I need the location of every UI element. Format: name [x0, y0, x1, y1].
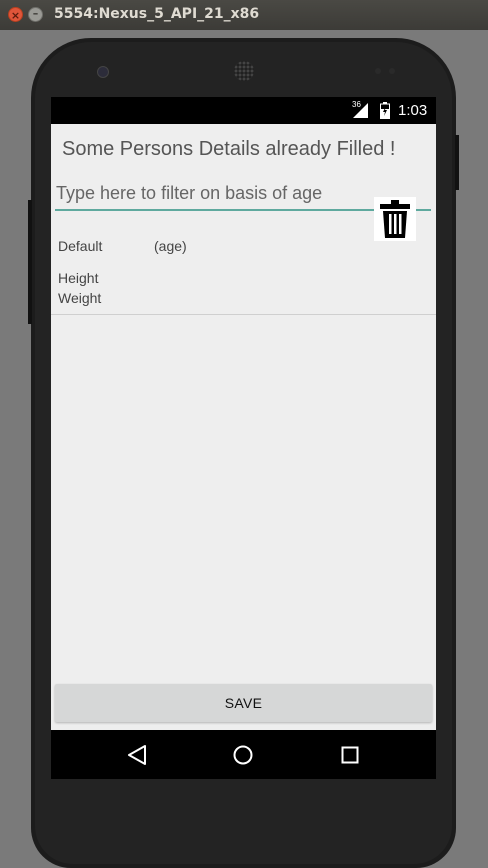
proximity-sensor — [375, 68, 381, 74]
window-close-button[interactable]: × — [8, 7, 23, 22]
front-camera-icon — [97, 66, 109, 78]
home-circle-icon[interactable] — [230, 742, 256, 768]
person-name: Default — [58, 238, 103, 254]
light-sensor — [389, 68, 395, 74]
recents-square-icon[interactable] — [337, 742, 363, 768]
person-height-label: Height — [58, 270, 99, 286]
save-button[interactable]: SAVE — [55, 684, 432, 722]
trash-icon — [380, 200, 410, 238]
navigation-bar — [51, 730, 436, 779]
window-minimize-button[interactable]: – — [28, 7, 43, 22]
window-titlebar: × – 5554:Nexus_5_API_21_x86 — [0, 0, 488, 31]
phone-power-button[interactable] — [455, 135, 459, 190]
status-bar: 36 1:03 — [51, 97, 436, 124]
page-title: Some Persons Details already Filled ! — [62, 138, 396, 160]
signal-icon — [353, 103, 368, 118]
person-weight-label: Weight — [58, 290, 102, 306]
person-age: (age) — [154, 238, 187, 254]
earpiece-speaker-icon — [234, 61, 254, 81]
device-screen: 36 1:03 Some Persons Details already Fil… — [51, 97, 436, 779]
phone-volume-button[interactable] — [28, 200, 32, 324]
delete-button[interactable] — [374, 197, 416, 241]
window-title: 5554:Nexus_5_API_21_x86 — [54, 6, 260, 22]
back-triangle-icon[interactable] — [124, 742, 150, 768]
battery-charging-icon — [380, 102, 390, 119]
clock: 1:03 — [398, 102, 428, 119]
